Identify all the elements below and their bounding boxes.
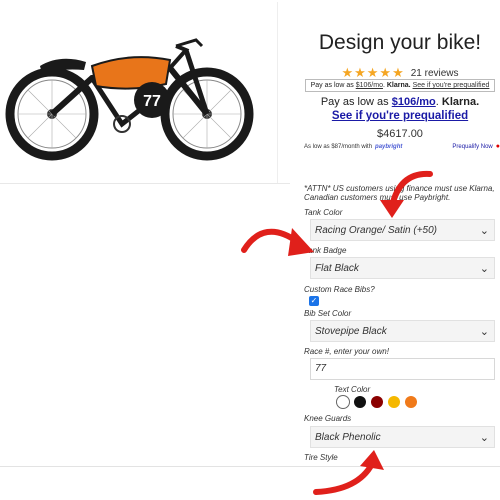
bike-race-number: 77 (143, 93, 161, 110)
product-price: $4617.00 (377, 128, 423, 140)
reviews-link[interactable]: 21 reviews (411, 68, 459, 79)
text-color-swatches (336, 395, 417, 409)
swatch-black[interactable] (354, 396, 366, 408)
canada-flag-icon: ● (495, 143, 500, 150)
bib-set-color-select[interactable]: Stovepipe Black ⌄ (310, 320, 495, 342)
tank-badge-value: Flat Black (315, 262, 359, 274)
text-color-label: Text Color (334, 385, 371, 394)
swatch-yellow[interactable] (388, 396, 400, 408)
klarna-small-amount[interactable]: $106/mo (356, 82, 383, 89)
annotation-arrow-icon (380, 170, 433, 218)
chevron-down-icon: ⌄ (479, 432, 489, 444)
bike-illustration: 77 (5, 38, 254, 161)
klarna-large-prequalify-link[interactable]: See if you're prequalified (300, 110, 500, 123)
klarna-banner-small[interactable]: Pay as low as $106/mo. Klarna. See if yo… (305, 79, 495, 92)
race-number-label: Race #, enter your own! (304, 347, 389, 356)
bib-set-color-label: Bib Set Color (304, 309, 352, 318)
chevron-down-icon: ⌄ (479, 263, 489, 275)
klarna-large-brand: Klarna. (441, 96, 480, 108)
klarna-banner-large: Pay as low as $106/mo. Klarna. See if yo… (300, 96, 500, 123)
divider (0, 183, 290, 184)
knee-guards-label: Knee Guards (304, 414, 352, 423)
swatch-dark-red[interactable] (371, 396, 383, 408)
knee-guards-select[interactable]: Black Phenolic ⌄ (310, 426, 495, 448)
klarna-large-amount[interactable]: $106/mo (392, 96, 436, 108)
paybright-logo: paybright (375, 143, 403, 150)
klarna-small-prequalify-link[interactable]: See if you're prequalified (413, 82, 490, 89)
page-title: Design your bike! (318, 31, 482, 54)
race-bibs-label: Custom Race Bibs? (304, 285, 375, 294)
paybright-prequalify-link[interactable]: Prequalify Now (452, 144, 492, 150)
knee-guards-value: Black Phenolic (315, 431, 381, 443)
chevron-down-icon: ⌄ (479, 225, 489, 237)
annotation-arrow-icon (313, 450, 384, 495)
divider (0, 466, 500, 467)
klarna-small-prefix: Pay as low as (310, 82, 356, 89)
klarna-small-brand: Klarna. (386, 82, 411, 89)
paybright-text: As low as $87/month with (304, 143, 373, 150)
annotation-arrow-icon (241, 228, 314, 256)
tank-color-value: Racing Orange/ Satin (+50) (315, 224, 438, 236)
swatch-white[interactable] (336, 395, 350, 409)
swatch-orange[interactable] (405, 396, 417, 408)
paybright-row: As low as $87/month with paybright Prequ… (304, 143, 500, 150)
chevron-down-icon: ⌄ (479, 326, 489, 338)
race-number-input[interactable]: 77 (310, 358, 495, 380)
klarna-large-prefix: Pay as low as (320, 96, 392, 108)
product-image[interactable]: 77 (0, 2, 278, 183)
bib-set-color-value: Stovepipe Black (315, 325, 387, 337)
race-bibs-checkbox[interactable]: ✓ (309, 296, 319, 306)
tank-badge-select[interactable]: Flat Black ⌄ (310, 257, 495, 279)
